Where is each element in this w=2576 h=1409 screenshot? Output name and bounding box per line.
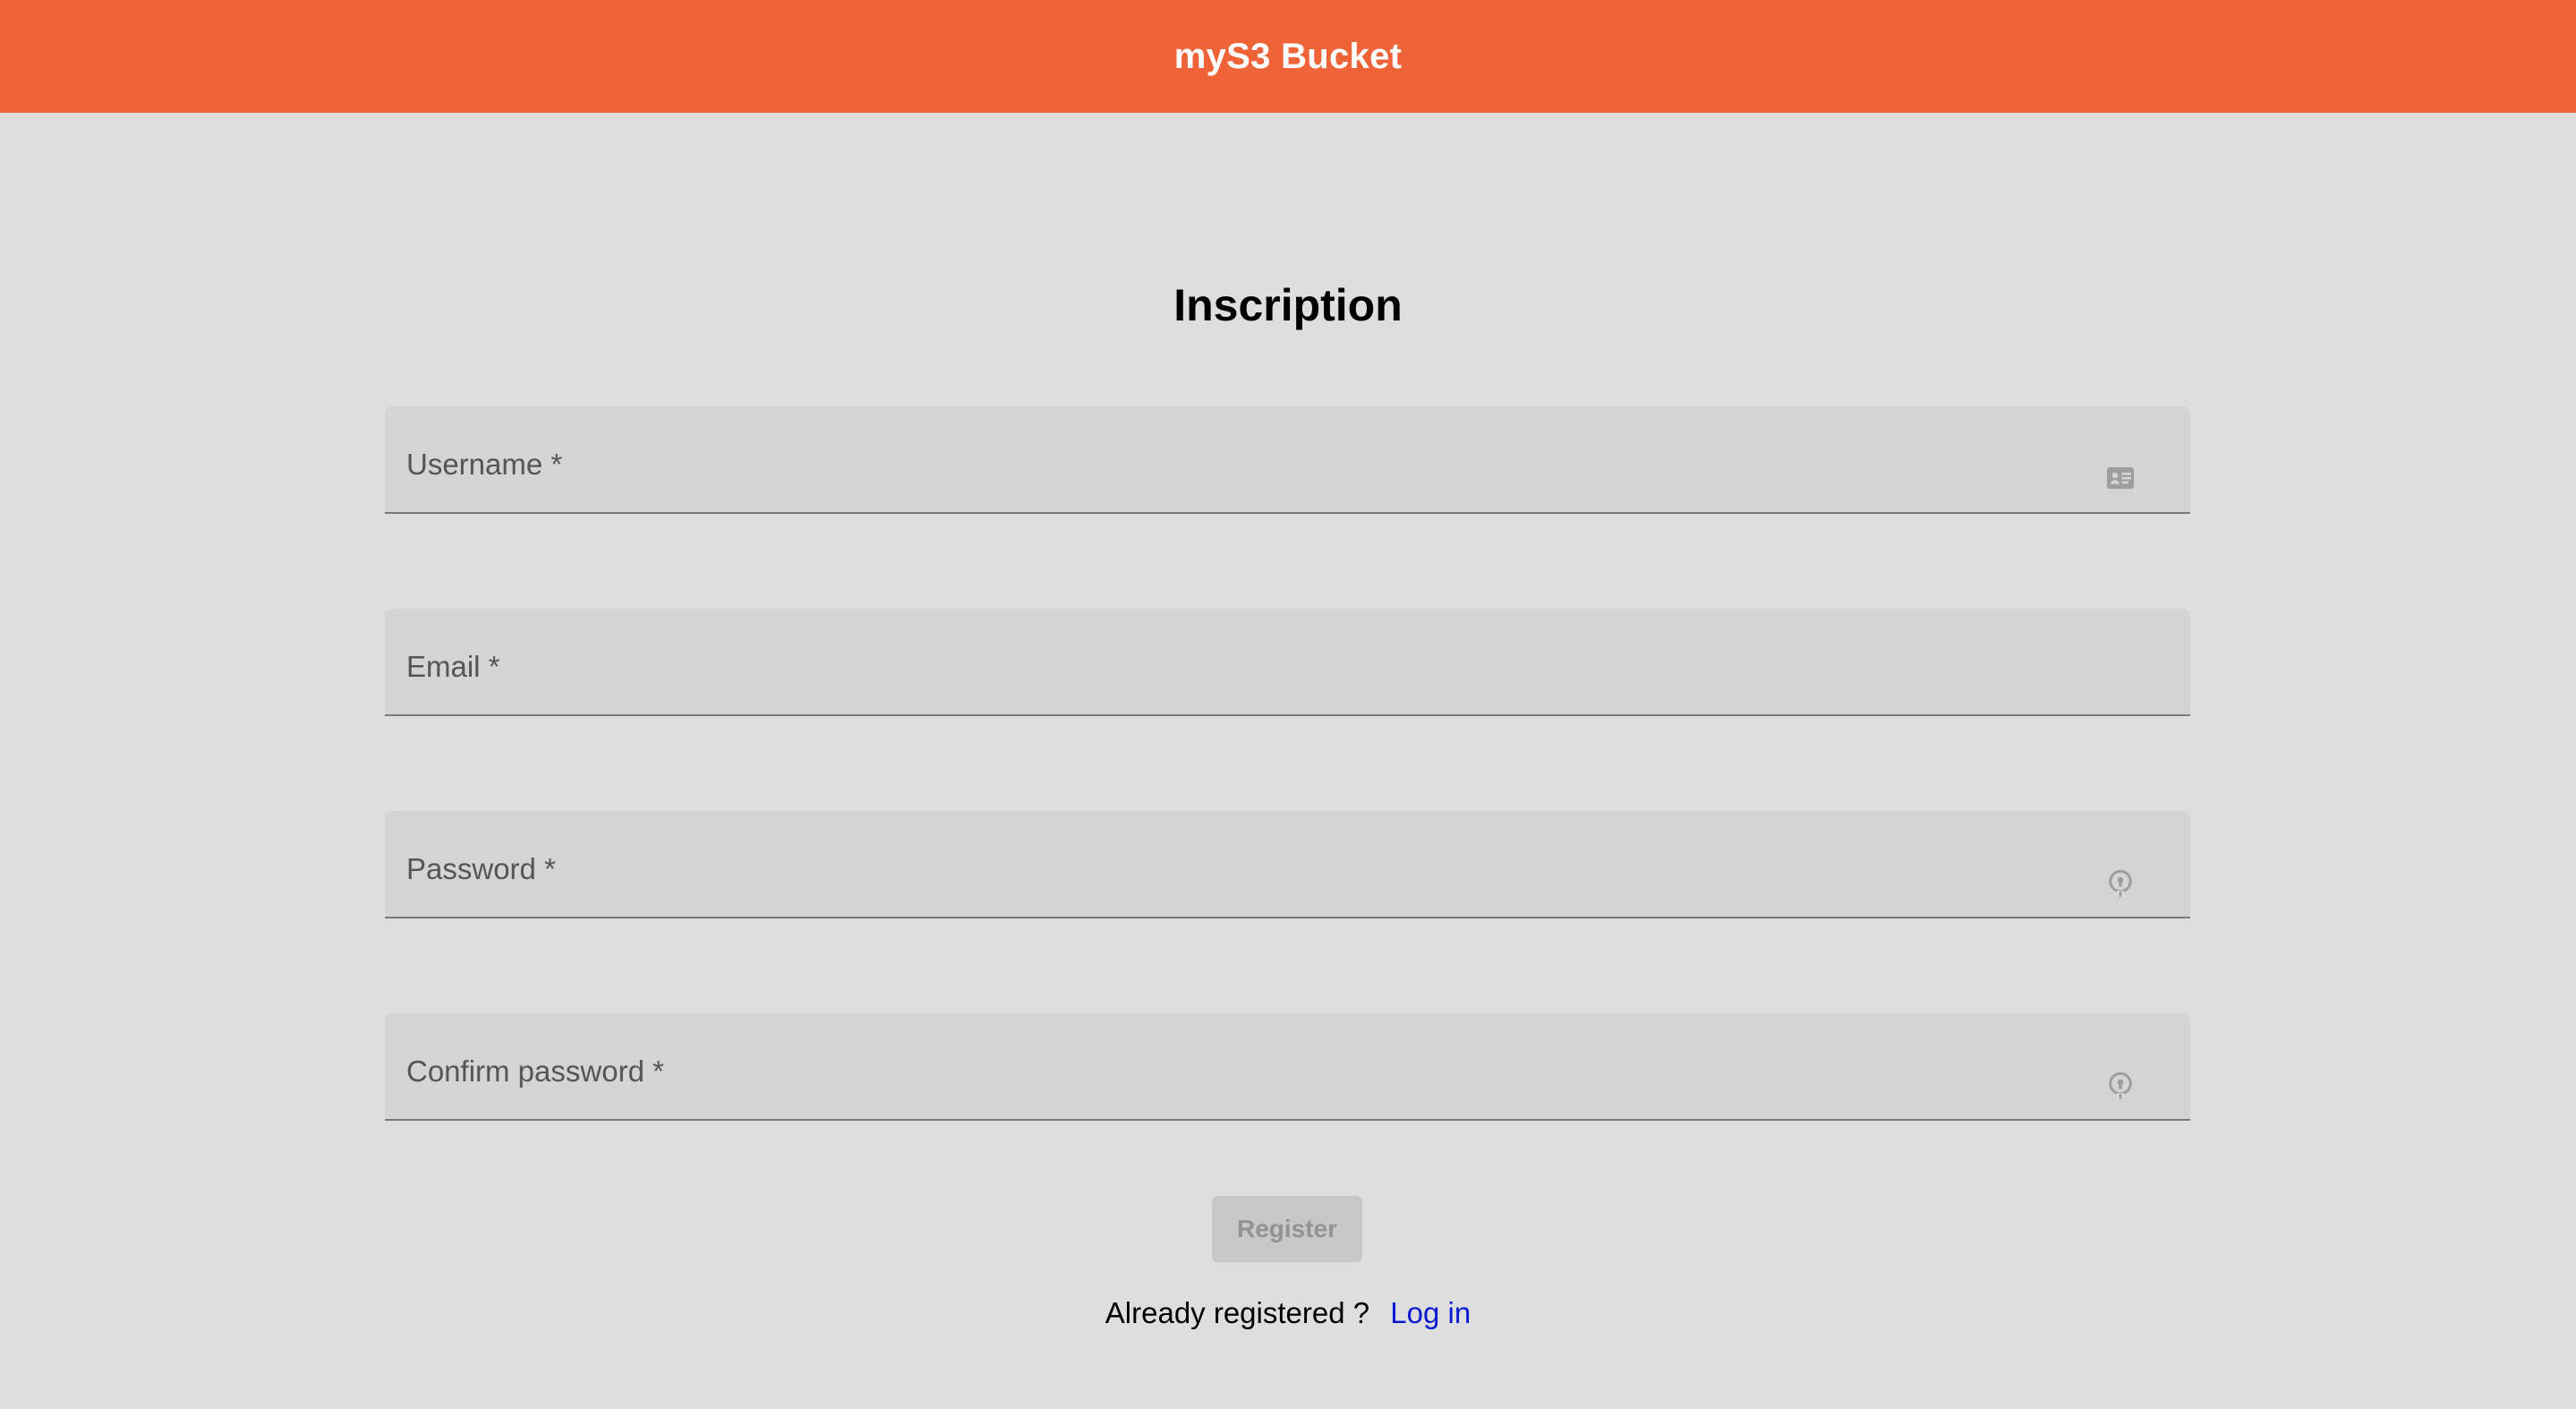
confirm-password-field[interactable]: Confirm password * xyxy=(385,1013,2190,1121)
email-field[interactable]: Email * xyxy=(385,609,2190,716)
username-input[interactable] xyxy=(406,460,2101,505)
login-link[interactable]: Log in xyxy=(1390,1296,1471,1329)
password-field[interactable]: Password * xyxy=(385,811,2190,918)
login-prompt-text: Already registered ? xyxy=(1105,1296,1370,1329)
register-button[interactable]: Register xyxy=(1212,1196,1362,1262)
password-visibility-icon[interactable] xyxy=(2104,1069,2137,1101)
page-title: Inscription xyxy=(1173,280,1403,330)
email-input[interactable] xyxy=(406,662,2101,707)
confirm-password-input[interactable] xyxy=(406,1067,2101,1112)
id-card-icon xyxy=(2104,462,2137,494)
login-prompt-row: Already registered ? Log in xyxy=(0,1296,2576,1330)
app-header: myS3 Bucket xyxy=(0,0,2576,113)
username-field[interactable]: Username * xyxy=(385,406,2190,514)
password-input[interactable] xyxy=(406,865,2101,909)
password-visibility-icon[interactable] xyxy=(2104,867,2137,899)
app-title: myS3 Bucket xyxy=(1173,36,1403,76)
